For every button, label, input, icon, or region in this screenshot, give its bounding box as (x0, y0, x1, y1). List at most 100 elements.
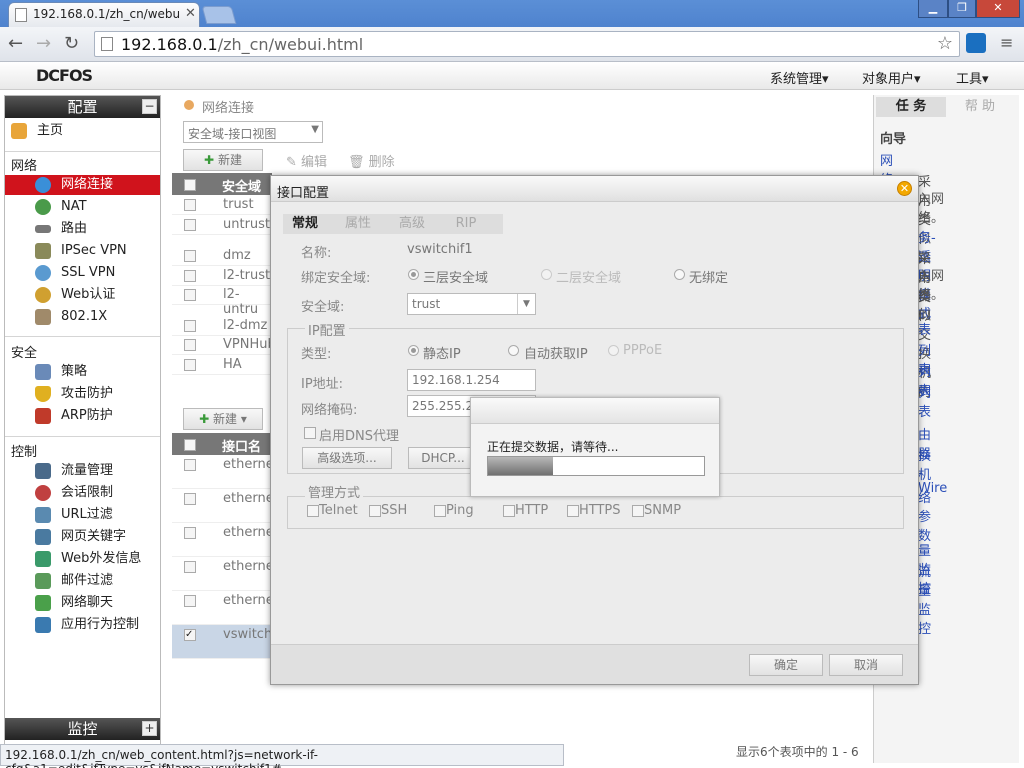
cancel-button[interactable]: 取消 (829, 654, 903, 676)
collapse-icon[interactable]: − (142, 99, 157, 114)
address-bar[interactable]: 192.168.0.1/zh_cn/webui.html ☆ (94, 31, 960, 57)
sidebar-item-arp-defense[interactable]: ARP防护 (5, 406, 160, 426)
tab-advanced[interactable]: 高级 (389, 214, 435, 234)
row-checkbox[interactable] (184, 339, 196, 351)
row-checkbox[interactable] (184, 493, 196, 505)
table-row[interactable]: untrust (172, 215, 272, 235)
table-row[interactable]: etherne (172, 489, 274, 523)
edit-button[interactable]: ✎ 编辑 (286, 151, 327, 170)
close-window-icon[interactable]: ✕ (976, 0, 1020, 18)
sidebar-item-mail-filter[interactable]: 邮件过滤 (5, 571, 160, 591)
sidebar-item-session-limit[interactable]: 会话限制 (5, 483, 160, 503)
row-checkbox[interactable] (184, 527, 196, 539)
new-interface-button[interactable]: ✚ 新建 ▾ (183, 408, 263, 430)
table-row[interactable]: etherne (172, 523, 274, 557)
table-row[interactable]: HA (172, 355, 272, 375)
tab-rip[interactable]: RIP (443, 214, 489, 234)
minimize-icon[interactable]: ▁ (918, 0, 948, 18)
dns-proxy-checkbox[interactable] (304, 427, 316, 439)
bookmark-star-icon[interactable]: ☆ (937, 33, 953, 54)
table-row[interactable]: trust (172, 195, 272, 215)
radio-pppoe[interactable] (608, 345, 619, 356)
row-checkbox[interactable] (184, 320, 196, 332)
row-checkbox[interactable] (184, 459, 196, 471)
menu-system[interactable]: 系统管理▾ (770, 68, 829, 87)
radio-static-ip[interactable] (408, 345, 419, 356)
sidebar-footer[interactable]: 监控 + (5, 718, 160, 740)
task-link[interactable]: 表 (918, 319, 931, 338)
tab-general[interactable]: 常规 (283, 214, 327, 234)
table-row[interactable]: l2-dmz (172, 316, 272, 336)
mgmt-checkbox-snmp[interactable] (632, 505, 644, 517)
table-row[interactable]: l2-trust (172, 266, 272, 286)
sidebar-item-home[interactable]: 主页 (5, 121, 160, 141)
new-button[interactable]: ✚ 新建 (183, 149, 263, 171)
browser-tab[interactable]: 192.168.0.1/zh_cn/webu ✕ (8, 2, 200, 27)
table-row[interactable]: VPNHub (172, 335, 276, 355)
back-icon[interactable]: ← (8, 33, 23, 54)
close-tab-icon[interactable]: ✕ (185, 6, 196, 21)
mgmt-checkbox-telnet[interactable] (307, 505, 319, 517)
row-checkbox[interactable] (184, 359, 196, 371)
table-row[interactable]: dmz (172, 246, 272, 266)
zone-select[interactable]: trust ▼ (407, 293, 536, 315)
row-checkbox[interactable] (184, 561, 196, 573)
sidebar-item-attack-defense[interactable]: 攻击防护 (5, 384, 160, 404)
sidebar-item-web-outbound[interactable]: Web外发信息 (5, 549, 160, 569)
row-checkbox[interactable] (184, 219, 196, 231)
sidebar-item-nat[interactable]: NAT (5, 197, 160, 217)
menu-icon[interactable]: ≡ (1000, 33, 1013, 52)
tab-help[interactable]: 帮 助 (948, 97, 1012, 117)
table-row[interactable]: etherne (172, 557, 274, 591)
sidebar-item-keyword[interactable]: 网页关键字 (5, 527, 160, 547)
menu-objects[interactable]: 对象用户▾ (862, 68, 921, 87)
new-tab-button[interactable] (201, 6, 237, 24)
ip-address-input[interactable]: 192.168.1.254 (407, 369, 536, 391)
task-link[interactable]: 流量监控 (918, 561, 931, 637)
mgmt-checkbox-ssh[interactable] (369, 505, 381, 517)
sidebar-item-ssl-vpn[interactable]: SSL VPN (5, 263, 160, 283)
radio-l3-zone[interactable] (408, 269, 419, 280)
select-all-interfaces-checkbox[interactable] (184, 439, 196, 451)
menu-tools[interactable]: 工具▾ (956, 68, 989, 87)
sidebar-item-ipsec-vpn[interactable]: IPSec VPN (5, 241, 160, 261)
sidebar-item-8021x[interactable]: 802.1X (5, 307, 160, 327)
select-all-checkbox[interactable] (184, 179, 196, 191)
dhcp-button[interactable]: DHCP... (408, 447, 478, 469)
tab-tasks[interactable]: 任 务 (876, 97, 946, 117)
table-row[interactable]: ✓ vswitch (172, 625, 272, 659)
close-icon[interactable]: ✕ (897, 181, 912, 196)
reload-icon[interactable]: ↻ (64, 33, 79, 54)
mgmt-checkbox-https[interactable] (567, 505, 579, 517)
table-row[interactable]: etherne (172, 455, 274, 489)
tab-properties[interactable]: 属性 (335, 214, 381, 234)
table-row[interactable]: etherne (172, 591, 274, 625)
row-checkbox[interactable] (184, 250, 196, 262)
sidebar-item-chat[interactable]: 网络聊天 (5, 593, 160, 613)
radio-l2-zone[interactable] (541, 269, 552, 280)
row-checkbox[interactable] (184, 199, 196, 211)
radio-dhcp-ip[interactable] (508, 345, 519, 356)
sidebar-item-traffic[interactable]: 流量管理 (5, 461, 160, 481)
forward-icon[interactable]: → (36, 33, 51, 54)
table-row[interactable]: l2-untru (172, 285, 272, 317)
task-link[interactable]: 络参数 (918, 487, 931, 544)
delete-button[interactable]: 🗑 删除 (348, 151, 395, 170)
row-checkbox[interactable] (184, 289, 196, 301)
maximize-icon[interactable]: ❐ (948, 0, 976, 18)
advanced-options-button[interactable]: 高级选项... (302, 447, 392, 469)
row-checkbox[interactable] (184, 595, 196, 607)
ok-button[interactable]: 确定 (749, 654, 823, 676)
view-select[interactable]: 安全域-接口视图 ▼ (183, 121, 323, 143)
radio-no-bind[interactable] (674, 269, 685, 280)
sidebar-item-url-filter[interactable]: URL过滤 (5, 505, 160, 525)
extension-icon[interactable] (966, 33, 986, 53)
expand-icon[interactable]: + (142, 721, 157, 736)
sidebar-item-policy[interactable]: 策略 (5, 362, 160, 382)
row-checkbox[interactable]: ✓ (184, 629, 196, 641)
sidebar-item-app-control[interactable]: 应用行为控制 (5, 615, 160, 635)
sidebar-item-routing[interactable]: 路由 (5, 219, 160, 239)
mgmt-checkbox-ping[interactable] (434, 505, 446, 517)
sidebar-item-web-auth[interactable]: Web认证 (5, 285, 160, 305)
task-link[interactable]: 列表 (918, 382, 931, 420)
